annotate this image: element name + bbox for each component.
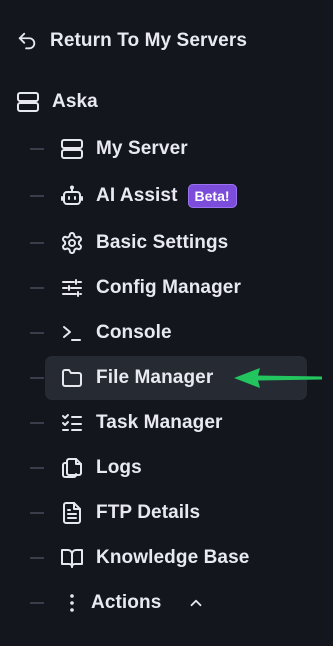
- tree-connector: [30, 148, 44, 150]
- nav-item-basic-settings[interactable]: Basic Settings: [45, 221, 307, 265]
- copy-icon: [59, 455, 85, 481]
- server-header[interactable]: Aska: [16, 87, 98, 117]
- nav-item-label: Console: [96, 322, 172, 343]
- terminal-icon: [59, 320, 85, 346]
- nav-item-knowledge-base[interactable]: Knowledge Base: [45, 536, 307, 580]
- beta-badge: Beta!: [187, 184, 237, 208]
- tree-connector: [30, 602, 44, 604]
- return-arrow-icon: [16, 30, 38, 52]
- sliders-icon: [59, 275, 85, 301]
- nav-item-label: Actions: [91, 592, 162, 613]
- dots-vertical-icon: [59, 590, 85, 616]
- tree-connector: [30, 557, 44, 559]
- nav-item-actions[interactable]: Actions: [45, 581, 307, 625]
- nav-item-label: Task Manager: [96, 412, 223, 433]
- server-icon: [16, 90, 40, 114]
- tree-connector: [30, 287, 44, 289]
- folder-icon: [59, 365, 85, 391]
- nav-item-label: AI Assist: [96, 185, 178, 206]
- nav-item-config-manager[interactable]: Config Manager: [45, 266, 307, 310]
- nav-item-my-server[interactable]: My Server: [45, 127, 307, 171]
- nav-item-logs[interactable]: Logs: [45, 446, 307, 490]
- arrow-annotation-icon: [232, 365, 324, 396]
- nav-item-ftp-details[interactable]: FTP Details: [45, 491, 307, 535]
- nav-item-label: Basic Settings: [96, 232, 229, 253]
- nav-item-console[interactable]: Console: [45, 311, 307, 355]
- book-icon: [59, 545, 85, 571]
- nav-item-ai-assist[interactable]: AI Assist Beta!: [45, 174, 307, 218]
- chevron-up-icon[interactable]: [183, 590, 209, 616]
- tree-connector: [30, 467, 44, 469]
- return-to-servers-link[interactable]: Return To My Servers: [16, 26, 247, 56]
- tree-connector: [30, 422, 44, 424]
- nav-item-label: FTP Details: [96, 502, 201, 523]
- nav-item-label: My Server: [96, 138, 188, 159]
- nav-item-label: Config Manager: [96, 277, 241, 298]
- server-icon: [59, 136, 85, 162]
- nav-item-label: File Manager: [96, 367, 214, 388]
- return-label: Return To My Servers: [50, 30, 247, 51]
- tree-connector: [30, 512, 44, 514]
- tree-connector: [30, 195, 44, 197]
- tree-connector: [30, 332, 44, 334]
- gear-icon: [59, 230, 85, 256]
- robot-icon: [59, 183, 85, 209]
- file-text-icon: [59, 500, 85, 526]
- nav-item-label: Logs: [96, 457, 142, 478]
- nav-item-label: Knowledge Base: [96, 547, 250, 568]
- tree-connector: [30, 242, 44, 244]
- server-name: Aska: [52, 91, 98, 112]
- tree-connector: [30, 377, 44, 379]
- checklist-icon: [59, 410, 85, 436]
- nav-item-task-manager[interactable]: Task Manager: [45, 401, 307, 445]
